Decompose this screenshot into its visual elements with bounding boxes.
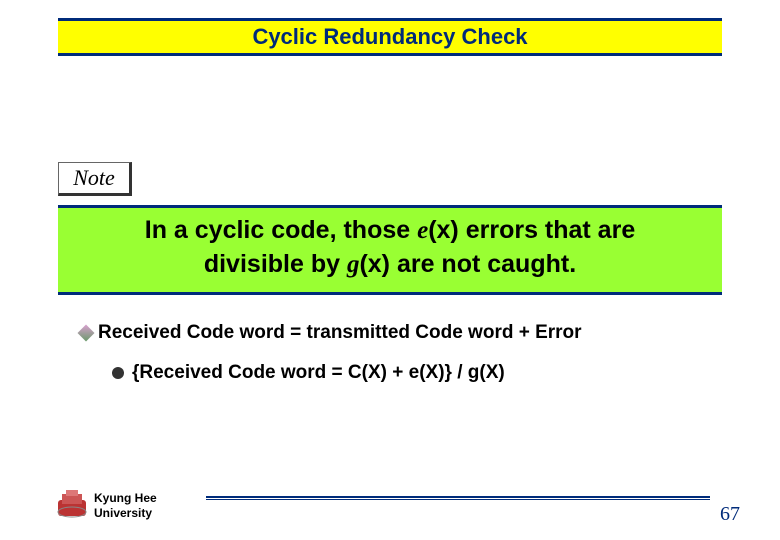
highlight-var-e: e — [417, 217, 428, 244]
highlight-text: divisible by — [204, 250, 347, 278]
footer-divider — [206, 496, 710, 500]
bullet-list: Received Code word = transmitted Code wo… — [80, 322, 722, 384]
list-item: {Received Code word = C(X) + e(X)} / g(X… — [112, 362, 722, 384]
university-line: Kyung Hee — [94, 491, 157, 505]
note-box: Note — [58, 162, 132, 196]
bullet-text-2: {Received Code word = C(X) + e(X)} / g(X… — [132, 362, 505, 384]
university-line: University — [94, 506, 157, 520]
highlight-line-2: divisible by g(x) are not caught. — [68, 248, 712, 282]
note-label: Note — [73, 165, 115, 191]
university-name: Kyung Hee University — [94, 491, 157, 520]
highlight-var-g: g — [347, 251, 360, 278]
slide-title-bar: Cyclic Redundancy Check — [58, 18, 722, 56]
highlight-line-1: In a cyclic code, those e(x) errors that… — [68, 214, 712, 248]
diamond-bullet-icon — [78, 325, 95, 342]
highlight-text: In a cyclic code, those — [145, 216, 417, 244]
slide-footer: Kyung Hee University 67 — [56, 482, 740, 522]
university-logo-icon — [56, 490, 88, 518]
page-number: 67 — [720, 503, 740, 526]
highlight-text: (x) are not caught. — [359, 250, 576, 278]
highlight-block: In a cyclic code, those e(x) errors that… — [58, 205, 722, 295]
list-item: Received Code word = transmitted Code wo… — [80, 322, 722, 344]
slide-title: Cyclic Redundancy Check — [252, 24, 527, 50]
bullet-text-1: Received Code word = transmitted Code wo… — [98, 322, 582, 344]
disc-bullet-icon — [112, 367, 124, 379]
highlight-text: (x) errors that are — [428, 216, 635, 244]
